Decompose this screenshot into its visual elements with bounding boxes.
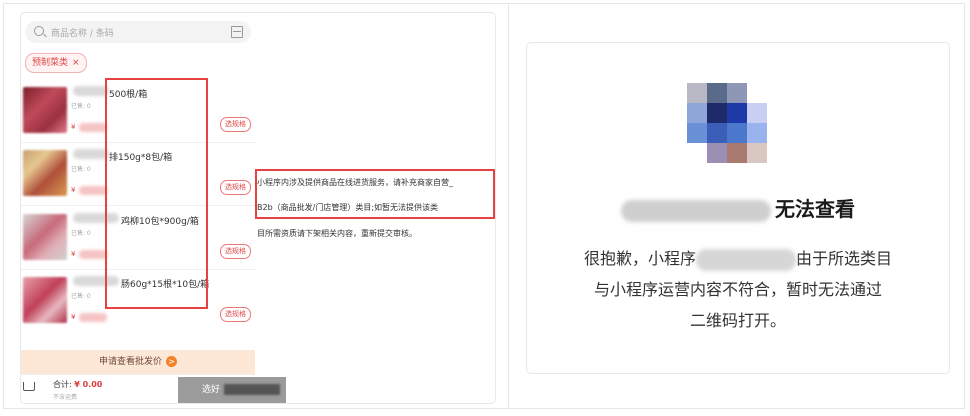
category-tag-label: 预制菜类 <box>32 58 69 68</box>
mini-program-avatar <box>687 83 787 163</box>
desc-line-2: 与小程序运营内容不符合，暂时无法通过 <box>593 280 882 299</box>
product-column: 商品名称 / 条码 预制菜类 × 500根/箱 已售: 0 ¥ 选规格 排150g… <box>21 13 286 403</box>
search-placeholder: 商品名称 / 条码 <box>51 29 114 39</box>
arrow-right-icon: > <box>166 356 177 367</box>
highlight-box-notice <box>255 169 495 219</box>
desc-line-1-suffix: 由于所选类目 <box>796 249 893 268</box>
close-icon[interactable]: × <box>72 58 80 68</box>
blurred-price <box>79 250 107 259</box>
blurred-name <box>73 86 109 96</box>
sold-count: 已售: 0 <box>71 293 91 300</box>
mini-program-screen: 商品名称 / 条码 预制菜类 × 500根/箱 已售: 0 ¥ 选规格 排150g… <box>20 12 496 404</box>
desc-line-1: 很抱歉，小程序 由于所选类目 <box>527 243 949 274</box>
cart-footer: 合计: ¥ 0.00 不含运费 选好 <box>21 374 286 403</box>
select-spec-button[interactable]: 选规格 <box>220 244 251 259</box>
shipping-note: 不含运费 <box>53 394 78 401</box>
description: 很抱歉，小程序 由于所选类目 与小程序运营内容不符合，暂时无法通过 二维码打开。 <box>527 243 949 336</box>
blurred-price <box>79 186 107 195</box>
total-label: 合计: <box>53 380 72 389</box>
sold-count: 已售: 0 <box>71 230 91 237</box>
price: ¥ <box>71 313 76 321</box>
cannot-view-card: 无法查看 很抱歉，小程序 由于所选类目 与小程序运营内容不符合，暂时无法通过 二维… <box>526 42 950 374</box>
choose-done-button[interactable]: 选好 <box>178 377 286 403</box>
sold-count: 已售: 0 <box>71 103 91 110</box>
banner-label: 申请查看批发价 <box>98 357 162 367</box>
price: ¥ <box>71 186 76 194</box>
total-amount: ¥ 0.00 <box>74 380 103 389</box>
title-text: 无法查看 <box>775 197 855 221</box>
product-image <box>23 214 67 260</box>
category-tag[interactable]: 预制菜类 × <box>25 53 87 73</box>
select-spec-button[interactable]: 选规格 <box>220 307 251 322</box>
search-input[interactable]: 商品名称 / 条码 <box>25 21 251 43</box>
wholesale-price-banner[interactable]: 申请查看批发价 > <box>21 350 255 374</box>
select-spec-button[interactable]: 选规格 <box>220 180 251 195</box>
choose-done-label: 选好 <box>202 385 221 395</box>
blurred-app-name <box>696 248 796 271</box>
search-icon <box>34 26 44 36</box>
sold-count: 已售: 0 <box>71 166 91 173</box>
price: ¥ <box>71 250 76 258</box>
highlight-box-product-names <box>105 78 208 309</box>
cart-icon[interactable] <box>23 382 35 391</box>
notice-line-3: 目所需资质请下架相关内容，重新提交审核。 <box>257 229 417 238</box>
scan-icon[interactable] <box>231 26 243 38</box>
product-image <box>23 87 67 133</box>
redaction-bar <box>224 384 281 395</box>
product-image <box>23 277 67 323</box>
select-spec-button[interactable]: 选规格 <box>220 117 251 132</box>
product-image <box>23 150 67 196</box>
desc-line-3: 二维码打开。 <box>689 311 786 330</box>
page-title: 无法查看 <box>527 193 949 222</box>
price: ¥ <box>71 123 76 131</box>
blurred-price <box>79 123 107 132</box>
blurred-name <box>73 149 109 159</box>
total: 合计: ¥ 0.00 <box>53 379 102 390</box>
desc-line-1-prefix: 很抱歉，小程序 <box>583 249 696 268</box>
blurred-price <box>79 313 107 322</box>
blurred-app-name <box>621 199 771 222</box>
panel-divider <box>508 3 509 409</box>
